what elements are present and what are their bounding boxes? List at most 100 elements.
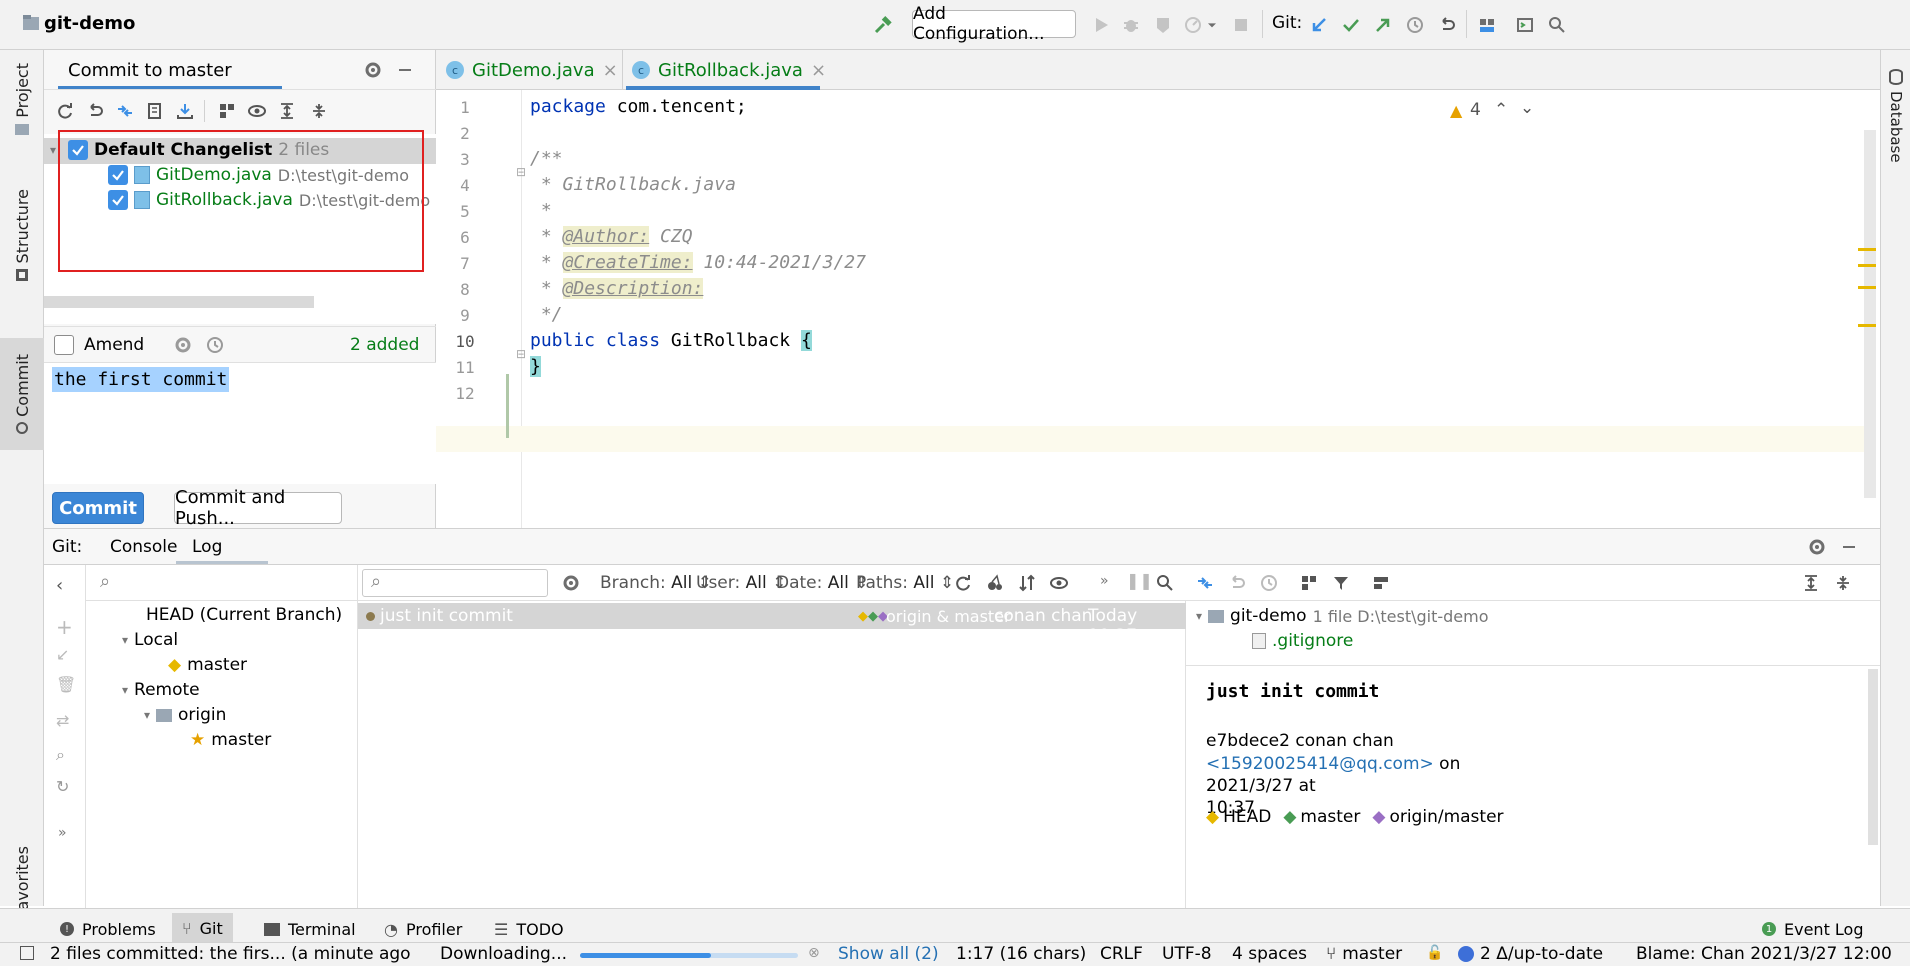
branch-local-master[interactable]: ◆ master: [168, 655, 247, 675]
tab-gitrollback-java[interactable]: c GitRollback.java ×: [632, 50, 826, 90]
commit-message-text[interactable]: the first commit: [52, 367, 230, 392]
branch-head[interactable]: HEAD (Current Branch): [146, 605, 342, 625]
sync-status[interactable]: 2 Δ/up-to-date: [1458, 943, 1603, 965]
tab-profiler[interactable]: ◔ Profiler: [384, 915, 462, 943]
search-icon[interactable]: [1152, 570, 1178, 596]
gear-icon[interactable]: [170, 332, 196, 358]
tab-log[interactable]: Log: [192, 537, 222, 557]
toolwindow-commit[interactable]: Commit: [0, 338, 44, 450]
code-line-3[interactable]: /**: [530, 148, 563, 169]
indent-setting[interactable]: 4 spaces: [1232, 943, 1307, 965]
warning-marker[interactable]: [1858, 286, 1876, 289]
branch-remote-origin[interactable]: ▾ origin: [144, 705, 226, 725]
tab-console[interactable]: Console: [110, 537, 178, 557]
push-icon[interactable]: [1370, 12, 1396, 38]
warning-marker[interactable]: [1858, 248, 1876, 251]
details-scrollbar[interactable]: [1868, 669, 1878, 845]
horizontal-scrollbar[interactable]: [44, 296, 314, 308]
eye-icon[interactable]: [1046, 570, 1072, 596]
vcs-branch[interactable]: ⑂ master: [1326, 943, 1402, 965]
eye-icon[interactable]: [244, 98, 270, 124]
stop-icon[interactable]: [1228, 12, 1254, 38]
add-icon[interactable]: +: [56, 615, 73, 639]
warning-marker[interactable]: [1858, 324, 1876, 327]
warning-count[interactable]: 4: [1470, 100, 1481, 120]
expand-all-icon[interactable]: [274, 98, 300, 124]
status-toggle-icon[interactable]: [20, 946, 34, 960]
warning-icon[interactable]: ▲: [1450, 101, 1462, 120]
more-icon[interactable]: »: [1100, 573, 1109, 589]
next-highlight-icon[interactable]: ⌄: [1520, 98, 1534, 118]
delete-icon[interactable]: 🗑: [56, 675, 76, 694]
coverage-icon[interactable]: [1150, 12, 1176, 38]
more-icon[interactable]: »: [58, 825, 67, 841]
file-encoding[interactable]: UTF-8: [1162, 943, 1212, 965]
blame-info[interactable]: Blame: Chan 2021/3/27 12:00: [1636, 943, 1892, 965]
toolwindow-structure[interactable]: Structure: [0, 170, 44, 300]
code-with-me-icon[interactable]: [1512, 12, 1538, 38]
code-line-11[interactable]: }: [530, 356, 541, 377]
paths-filter[interactable]: Paths: All ⇕: [856, 573, 954, 593]
show-all-link[interactable]: Show all (2): [838, 943, 939, 965]
line-separator[interactable]: CRLF: [1100, 943, 1143, 965]
gear-icon[interactable]: [1804, 534, 1830, 560]
tab-problems[interactable]: ! Problems: [60, 915, 156, 943]
cherry-pick-icon[interactable]: [982, 570, 1008, 596]
pause-icon[interactable]: ❚❚: [1126, 571, 1153, 590]
checkout-icon[interactable]: ↙: [56, 645, 69, 664]
chevron-down-icon[interactable]: ▾: [50, 143, 56, 157]
filter-icon[interactable]: [1328, 570, 1354, 596]
lock-icon[interactable]: 🔓: [1426, 945, 1443, 961]
changelist-icon[interactable]: [142, 98, 168, 124]
changed-file-row[interactable]: .gitignore: [1252, 631, 1353, 651]
branch-origin-master[interactable]: ★ master: [190, 730, 271, 750]
amend-label[interactable]: Amend: [84, 335, 144, 355]
code-line-1[interactable]: package com.tencent;: [530, 96, 747, 117]
refresh-icon[interactable]: [52, 98, 78, 124]
search-icon[interactable]: ⌕: [56, 745, 65, 765]
commit-message-area[interactable]: the first commit: [44, 362, 436, 484]
build-hammer-icon[interactable]: [870, 12, 896, 38]
layout-icon[interactable]: [1368, 570, 1394, 596]
commit-check-icon[interactable]: [1338, 12, 1364, 38]
project-name[interactable]: git-demo: [44, 13, 135, 34]
code-line-9[interactable]: */: [530, 304, 563, 325]
commit-button[interactable]: Commit: [52, 492, 144, 524]
close-icon[interactable]: ×: [811, 60, 826, 81]
toolwindow-database[interactable]: Database: [1881, 56, 1910, 176]
fold-marker-icon[interactable]: ⊟: [516, 347, 526, 361]
code-line-10[interactable]: public class GitRollback {: [530, 330, 812, 351]
run-icon[interactable]: [1088, 12, 1114, 38]
profile-icon[interactable]: [1180, 12, 1206, 38]
refresh-icon[interactable]: [950, 570, 976, 596]
revert-icon[interactable]: [1224, 570, 1250, 596]
code-line-6[interactable]: * @Author: CZQ: [530, 226, 693, 247]
warning-marker[interactable]: [1858, 264, 1876, 267]
gear-icon[interactable]: [558, 570, 584, 596]
caret-position[interactable]: 1:17 (16 chars): [956, 943, 1086, 965]
refresh-icon[interactable]: ↻: [56, 777, 69, 796]
log-search-input[interactable]: ⌕: [362, 569, 548, 597]
search-everywhere-icon[interactable]: [1544, 12, 1570, 38]
update-project-icon[interactable]: [1306, 12, 1332, 38]
user-filter[interactable]: User: All ⇕: [696, 573, 786, 593]
status-message[interactable]: 2 files committed: the firs... (a minute…: [50, 943, 411, 965]
commit-row[interactable]: just init commit ◆◆◆ origin & master con…: [358, 603, 1186, 646]
fold-marker-icon[interactable]: ⊟: [516, 165, 526, 179]
shelve-icon[interactable]: [172, 98, 198, 124]
chevron-down-icon[interactable]: [1204, 12, 1220, 38]
rollback-icon[interactable]: [1434, 12, 1460, 38]
tab-terminal[interactable]: Terminal: [264, 915, 356, 943]
code-line-4[interactable]: * GitRollback.java: [530, 174, 736, 195]
group-by-icon[interactable]: [214, 98, 240, 124]
toolwindow-project[interactable]: Project: [0, 54, 44, 144]
minimize-icon[interactable]: [392, 57, 418, 83]
code-line-7[interactable]: * @CreateTime: 10:44-2021/3/27: [530, 252, 866, 273]
event-log[interactable]: 1 Event Log: [1762, 915, 1864, 943]
history-icon[interactable]: [1256, 570, 1282, 596]
amend-checkbox[interactable]: [54, 335, 74, 355]
minimize-icon[interactable]: [1836, 534, 1862, 560]
author-email-link[interactable]: <15920025414@qq.com>: [1206, 754, 1434, 774]
branch-group-remote[interactable]: ▾ Remote: [122, 680, 200, 700]
branch-search-input[interactable]: ⌕: [86, 565, 358, 601]
